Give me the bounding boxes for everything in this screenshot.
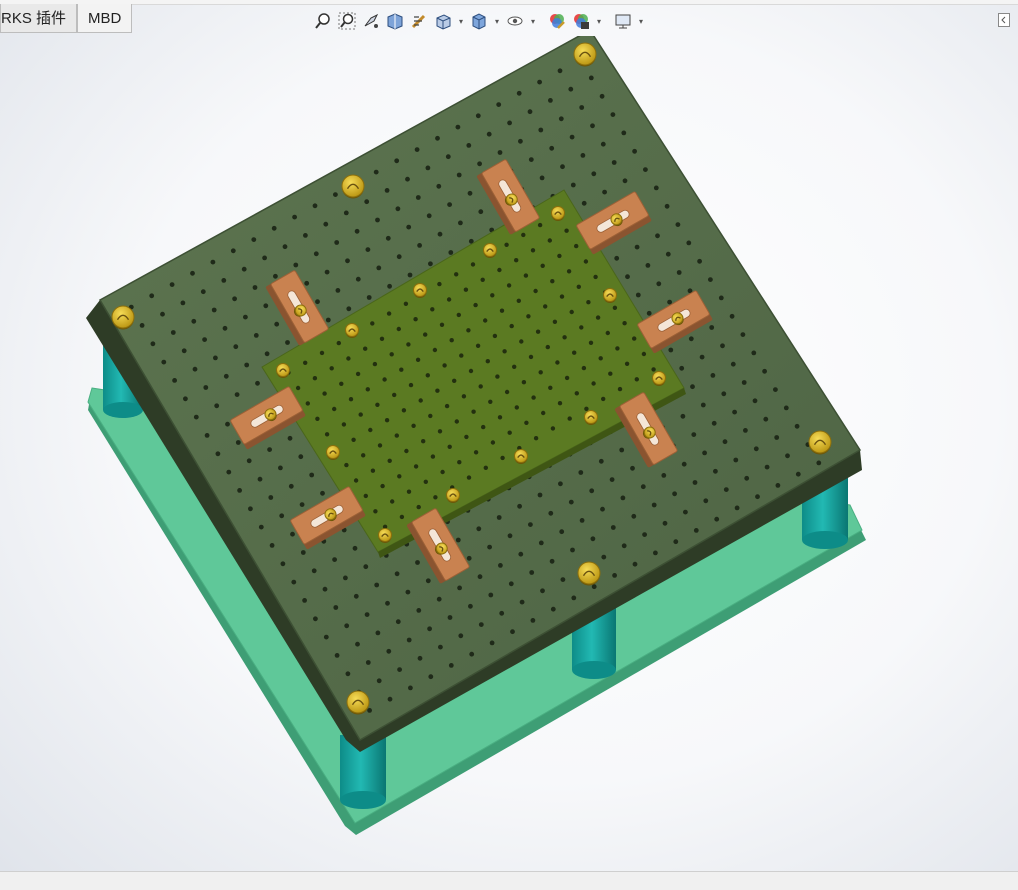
zoom-to-fit-button[interactable] — [312, 10, 334, 32]
screw-head — [514, 449, 528, 464]
dynamic-annotation-views-icon — [411, 14, 426, 29]
screw-head — [326, 445, 340, 460]
view-settings-dropdown[interactable]: ▾ — [636, 10, 646, 32]
screw-head — [378, 528, 392, 543]
tab-rks-plugin[interactable]: RKS 插件 — [0, 4, 78, 33]
hide-show-items-button[interactable] — [504, 10, 526, 32]
tab-mbd[interactable]: MBD — [77, 4, 133, 33]
display-style-icon — [472, 13, 486, 30]
apply-scene-button[interactable] — [570, 10, 592, 32]
status-bar — [0, 871, 1018, 890]
screw-head — [551, 206, 565, 221]
display-style-button[interactable] — [468, 10, 490, 32]
expand-panel-icon[interactable] — [998, 13, 1010, 27]
edit-appearance-button[interactable] — [546, 10, 568, 32]
screw-head — [111, 305, 135, 330]
zoom-to-area-button[interactable] — [336, 10, 358, 32]
screw-head — [652, 371, 666, 386]
command-manager-tabs: RKS 插件 MBD — [0, 4, 133, 34]
screw-head — [483, 243, 497, 258]
screw-head — [345, 323, 359, 338]
screw-head — [808, 430, 832, 455]
zoom-to-fit-icon — [315, 13, 330, 29]
zoom-to-area-icon — [338, 12, 356, 30]
display-style-dropdown[interactable]: ▾ — [492, 10, 502, 32]
heads-up-view-toolbar: ▾ ▾ ▾ ▾ ▾ — [312, 8, 646, 34]
edit-appearance-icon — [550, 14, 565, 29]
view-orientation-icon — [436, 14, 451, 30]
screw-head — [584, 410, 598, 425]
screw-head — [573, 42, 597, 67]
dynamic-annotation-views-button[interactable] — [408, 10, 430, 32]
window-top-edge — [0, 0, 1018, 5]
screw-head — [346, 690, 370, 715]
screw-head — [577, 561, 601, 586]
apply-scene-icon — [574, 14, 589, 29]
screw-head — [341, 174, 365, 199]
graphics-viewport[interactable] — [0, 36, 1018, 872]
screw-head — [276, 363, 290, 378]
apply-scene-dropdown[interactable]: ▾ — [594, 10, 604, 32]
previous-view-button[interactable] — [360, 10, 382, 32]
screw-head — [446, 488, 460, 503]
view-settings-icon — [615, 14, 631, 29]
section-view-icon — [387, 13, 403, 30]
hide-show-items-dropdown[interactable]: ▾ — [528, 10, 538, 32]
view-orientation-button[interactable] — [432, 10, 454, 32]
view-orientation-dropdown[interactable]: ▾ — [456, 10, 466, 32]
previous-view-icon — [364, 13, 379, 28]
section-view-button[interactable] — [384, 10, 406, 32]
screw-head — [603, 288, 617, 303]
screw-head — [413, 283, 427, 298]
view-settings-button[interactable] — [612, 10, 634, 32]
hide-show-items-icon — [507, 16, 523, 26]
